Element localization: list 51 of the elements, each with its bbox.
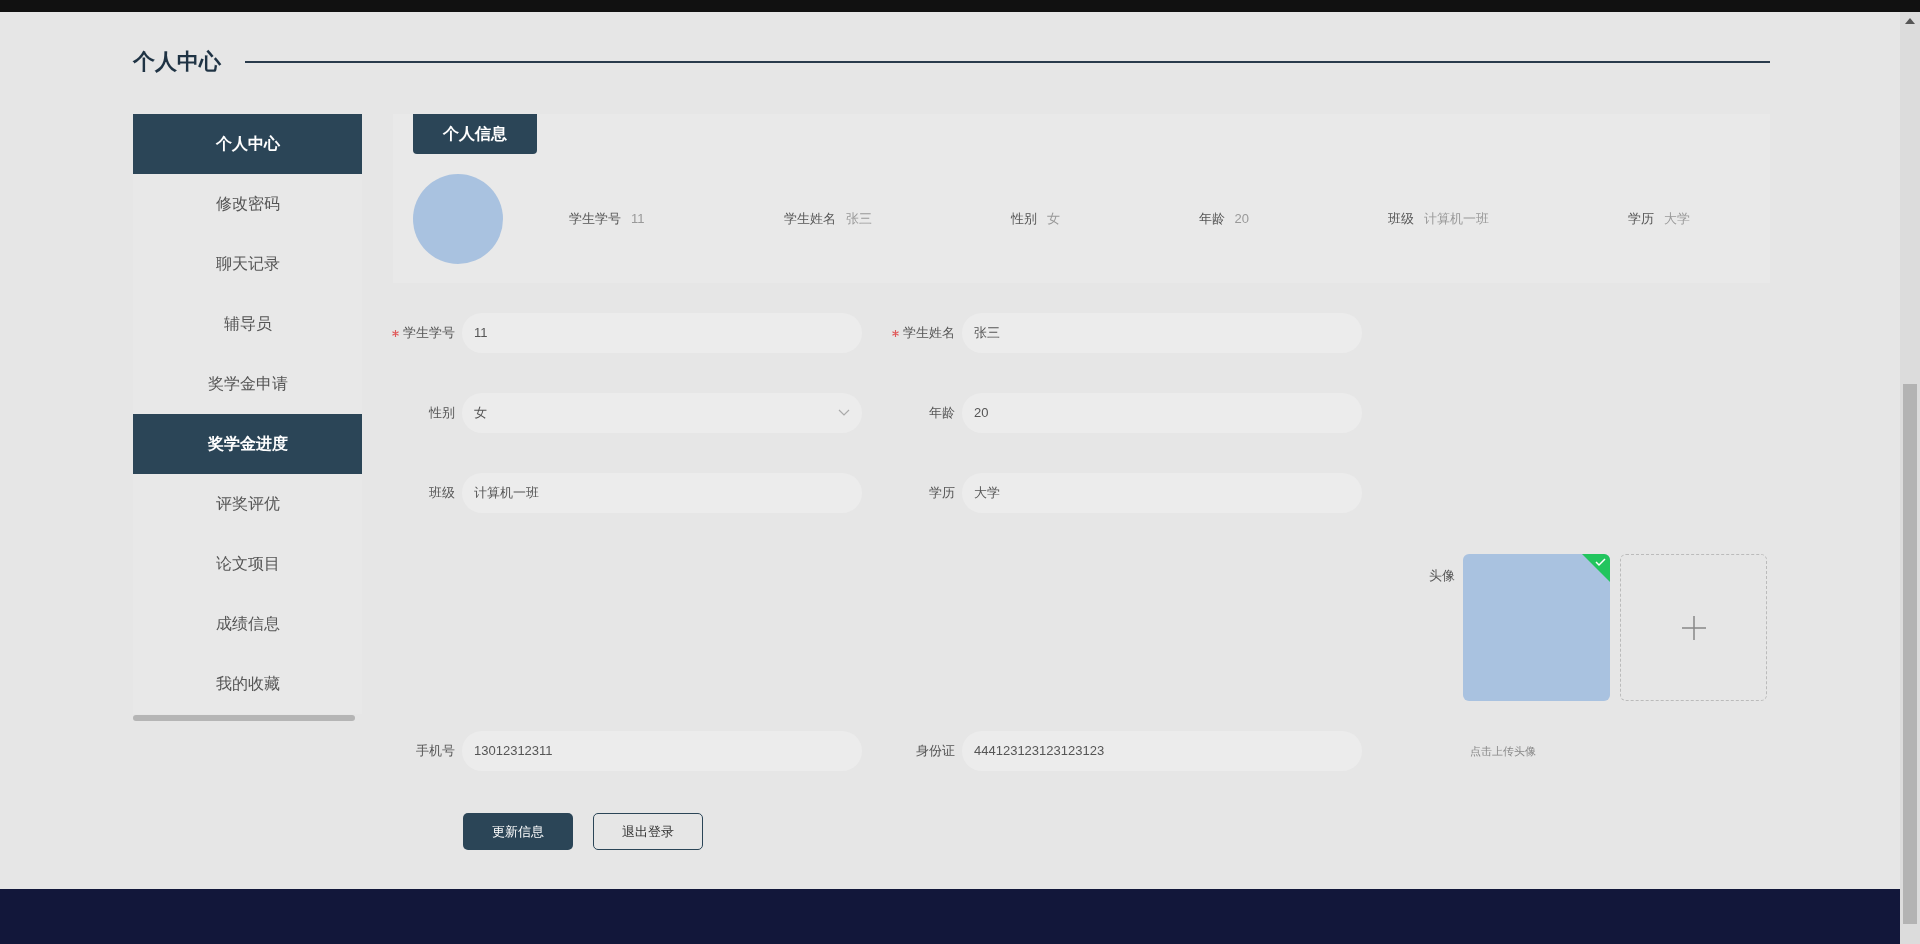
info-value: 11 [631,210,645,229]
info-value: 女 [1046,210,1060,229]
field-label: 头像 [1429,567,1455,585]
field-label: 年龄 [929,404,955,423]
info-label: 年龄 [1198,210,1225,229]
sidebar-item[interactable]: 聊天记录 [133,234,362,294]
input-field[interactable]: 张三 [962,313,1362,353]
field-label: 性别 [429,404,455,423]
sidebar-item[interactable]: 奖学金申请 [133,354,362,414]
field-label: 学生姓名 [903,324,955,343]
upload-box[interactable] [1620,554,1767,701]
sidebar-item[interactable]: 论文项目 [133,534,362,594]
upload-hint: 点击上传头像 [1470,743,1536,759]
info-value: 大学 [1663,210,1690,229]
info-label: 学生学号 [569,210,621,229]
scrollbar[interactable] [133,715,355,721]
input-field[interactable]: 444123123123123123 [962,731,1362,771]
scrollbar-thumb[interactable] [1903,384,1917,924]
info-label: 性别 [1010,210,1037,229]
plus-icon [1681,615,1706,640]
chevron-down-icon [838,409,850,417]
sidebar-item[interactable]: 评奖评优 [133,474,362,534]
sidebar-item[interactable]: 辅导员 [133,294,362,354]
gender-select[interactable]: 女 [462,393,862,433]
field-label: 班级 [429,484,455,503]
sidebar-item[interactable]: 个人中心 [133,114,362,174]
input-field[interactable]: 11 [462,313,862,353]
input-field[interactable]: 计算机一班 [462,473,862,513]
uploaded-photo[interactable] [1463,554,1610,701]
sidebar-item[interactable]: 修改密码 [133,174,362,234]
profile-tab[interactable]: 个人信息 [413,114,537,154]
input-field[interactable]: 13012312311 [462,731,862,771]
page-title: 个人中心 [133,48,221,76]
field-label: 身份证 [916,742,955,761]
field-label: 手机号 [416,742,455,761]
sidebar-item[interactable]: 我的收藏 [133,654,362,714]
scroll-up-icon [1905,18,1915,24]
info-value: 20 [1234,210,1249,229]
info-label: 学历 [1627,210,1654,229]
input-field[interactable]: 大学 [962,473,1362,513]
info-label: 学生姓名 [783,210,836,229]
field-label: 学生学号 [403,324,455,343]
update-button[interactable]: 更新信息 [463,813,573,850]
field-label: 学历 [929,484,955,503]
info-value: 张三 [845,210,872,229]
input-field[interactable]: 20 [962,393,1362,433]
info-label: 班级 [1387,210,1414,229]
sidebar-item[interactable]: 奖学金进度 [133,414,362,474]
sidebar-item[interactable]: 成绩信息 [133,594,362,654]
page-scrollbar[interactable] [1900,12,1920,944]
logout-button[interactable]: 退出登录 [593,813,703,850]
